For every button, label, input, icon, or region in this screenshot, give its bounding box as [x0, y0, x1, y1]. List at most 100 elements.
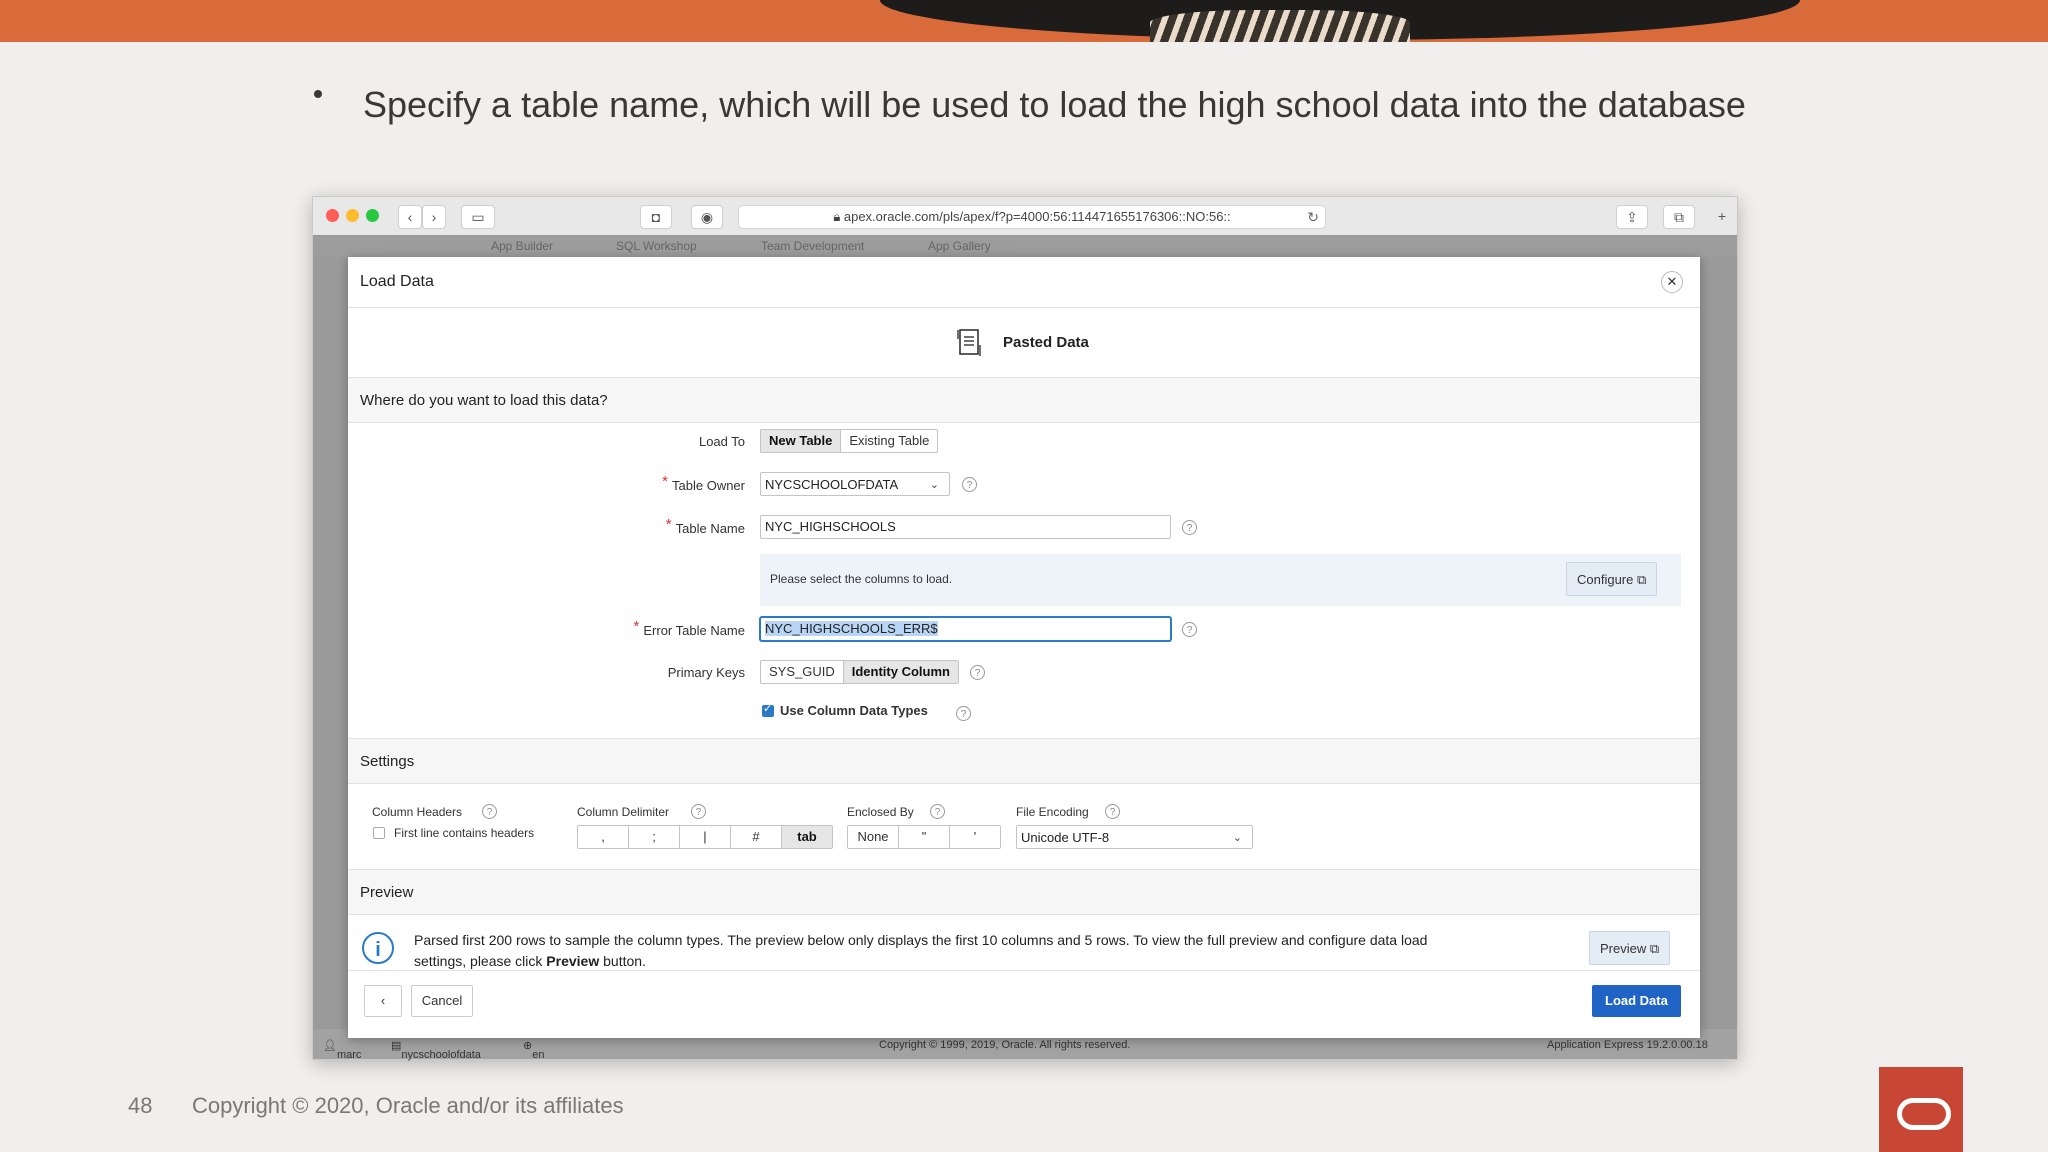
close-window-icon[interactable] — [326, 209, 339, 222]
bullet-dot — [314, 90, 322, 98]
open-dialog-icon: ⧉ — [1637, 572, 1647, 587]
configure-button[interactable]: Configure ⧉ — [1566, 562, 1658, 596]
address-bar[interactable]: 🔒︎ apex.oracle.com/pls/apex/f?p=4000:56:… — [738, 205, 1326, 229]
help-icon[interactable]: ? — [930, 804, 945, 819]
enclosed-double-quote[interactable]: " — [899, 826, 950, 848]
previous-button[interactable]: ‹ — [364, 985, 402, 1017]
cancel-button[interactable]: Cancel — [411, 985, 473, 1017]
status-workspace: ▤ nycschoolofdata — [391, 1040, 481, 1061]
primary-keys-label: Primary Keys — [667, 665, 745, 680]
file-encoding-value: Unicode UTF-8 — [1021, 830, 1110, 845]
dialog-title: Load Data — [360, 273, 434, 290]
slide-banner — [0, 0, 2048, 42]
help-icon[interactable]: ? — [962, 477, 977, 492]
load-to-existing-table[interactable]: Existing Table — [841, 430, 937, 452]
sidebar-toggle-icon[interactable]: ▭ — [461, 205, 495, 229]
file-encoding-label: File Encoding — [1016, 805, 1089, 819]
chevron-down-icon: ⌄ — [929, 479, 939, 491]
preview-info-panel: i Parsed first 200 rows to sample the co… — [348, 913, 1700, 987]
divider — [348, 970, 1700, 971]
apex-nav-strip: App Builder SQL Workshop Team Developmen… — [313, 235, 1737, 257]
primary-keys-sys-guid[interactable]: SYS_GUID — [761, 661, 844, 683]
status-language: ⊕ en — [523, 1040, 545, 1061]
table-name-input[interactable]: NYC_HIGHSCHOOLS — [760, 515, 1171, 539]
first-line-checkbox[interactable] — [373, 827, 385, 839]
delimiter-semicolon[interactable]: ; — [629, 826, 680, 848]
chevron-down-icon: ⌄ — [1232, 832, 1242, 844]
open-dialog-icon: ⧉ — [1649, 941, 1660, 956]
minimize-window-icon[interactable] — [346, 209, 359, 222]
delimiter-tab[interactable]: tab — [782, 826, 832, 848]
preview-button[interactable]: Preview ⧉ — [1589, 931, 1671, 965]
close-icon[interactable]: ✕ — [1661, 271, 1683, 293]
share-icon[interactable]: ⇪ — [1616, 205, 1648, 229]
enclosed-none[interactable]: None — [848, 826, 899, 848]
nav-tab-team-development[interactable]: Team Development — [761, 239, 864, 253]
delimiter-toggle: , ; | # tab — [577, 825, 833, 849]
lock-icon: 🔒︎ — [833, 209, 844, 224]
load-data-button[interactable]: Load Data — [1592, 985, 1681, 1017]
status-user: 👤︎ marc — [323, 1040, 362, 1061]
load-to-new-table[interactable]: New Table — [761, 430, 842, 452]
forward-icon[interactable]: › — [422, 205, 446, 229]
url-text: apex.oracle.com/pls/apex/f?p=4000:56:114… — [843, 209, 1231, 224]
use-column-types-label: Use Column Data Types — [780, 703, 928, 718]
column-headers-label: Column Headers — [372, 805, 463, 819]
table-name-label: * Table Name — [665, 516, 745, 536]
back-icon[interactable]: ‹ — [398, 205, 422, 229]
enclosed-by-toggle: None " ' — [847, 825, 1001, 849]
status-version: Application Express 19.2.0.00.18 — [1547, 1039, 1708, 1051]
reload-icon[interactable]: ↻ — [1307, 206, 1319, 228]
help-icon[interactable]: ? — [956, 706, 971, 721]
browser-titlebar: ‹ › ▭ ◘ ◉ 🔒︎ apex.oracle.com/pls/apex/f?… — [313, 197, 1737, 236]
primary-keys-toggle: SYS_GUID Identity Column — [760, 660, 959, 684]
tabs-overview-icon[interactable]: ⧉ — [1663, 205, 1695, 229]
table-owner-select[interactable]: NYCSCHOOLOFDATA ⌄ — [760, 472, 950, 496]
privacy-icon[interactable]: ◘ — [640, 205, 672, 229]
chevron-left-icon: ‹ — [380, 993, 386, 1008]
load-data-dialog: Load Data ✕ Pasted Data Where do you wan… — [348, 257, 1700, 1038]
source-label: Pasted Data — [1003, 334, 1089, 351]
help-icon[interactable]: ? — [1105, 804, 1120, 819]
help-icon[interactable]: ? — [970, 665, 985, 680]
help-icon[interactable]: ? — [1182, 520, 1197, 535]
primary-keys-identity[interactable]: Identity Column — [843, 661, 958, 683]
delimiter-pipe[interactable]: | — [680, 826, 731, 848]
where-section-header: Where do you want to load this data? — [348, 377, 1700, 423]
slide-bullet: Specify a table name, which will be used… — [363, 84, 1746, 125]
load-to-toggle: New Table Existing Table — [760, 429, 939, 453]
help-icon[interactable]: ? — [482, 804, 497, 819]
error-table-label: * Error Table Name — [633, 618, 745, 638]
load-to-label: Load To — [698, 434, 745, 449]
maximize-window-icon[interactable] — [366, 209, 379, 222]
oracle-logo — [1879, 1067, 1963, 1152]
use-column-types-checkbox[interactable] — [762, 702, 774, 717]
settings-section-header: Settings — [348, 738, 1700, 784]
preview-heading: Preview — [360, 884, 414, 901]
divider — [348, 307, 1700, 308]
nav-tab-sql-workshop[interactable]: SQL Workshop — [616, 239, 697, 253]
extension-icon[interactable]: ◉ — [691, 205, 723, 229]
table-owner-label: * Table Owner — [662, 473, 745, 493]
settings-heading: Settings — [360, 753, 415, 770]
delimiter-comma[interactable]: , — [578, 826, 629, 848]
table-owner-value: NYCSCHOOLOFDATA — [765, 477, 899, 492]
where-heading: Where do you want to load this data? — [360, 392, 608, 409]
banner-stripes — [1150, 10, 1410, 42]
columns-note: Please select the columns to load. — [770, 572, 953, 586]
error-table-input[interactable]: NYC_HIGHSCHOOLS_ERR$ — [760, 617, 1171, 641]
enclosed-single-quote[interactable]: ' — [950, 826, 1000, 848]
slide-copyright: Copyright © 2020, Oracle and/or its affi… — [192, 1093, 624, 1118]
new-tab-icon[interactable]: + — [1713, 205, 1731, 227]
nav-tab-app-gallery[interactable]: App Gallery — [928, 239, 991, 253]
nav-tab-app-builder[interactable]: App Builder — [491, 239, 553, 253]
preview-section-header: Preview — [348, 869, 1700, 915]
page-number: 48 — [128, 1093, 153, 1118]
info-icon: i — [362, 932, 394, 964]
preview-info-text: Parsed first 200 rows to sample the colu… — [414, 932, 1428, 969]
help-icon[interactable]: ? — [1182, 622, 1197, 637]
help-icon[interactable]: ? — [691, 804, 706, 819]
file-encoding-select[interactable]: Unicode UTF-8 ⌄ — [1016, 825, 1253, 849]
column-delimiter-label: Column Delimiter — [577, 805, 670, 819]
delimiter-hash[interactable]: # — [731, 826, 782, 848]
